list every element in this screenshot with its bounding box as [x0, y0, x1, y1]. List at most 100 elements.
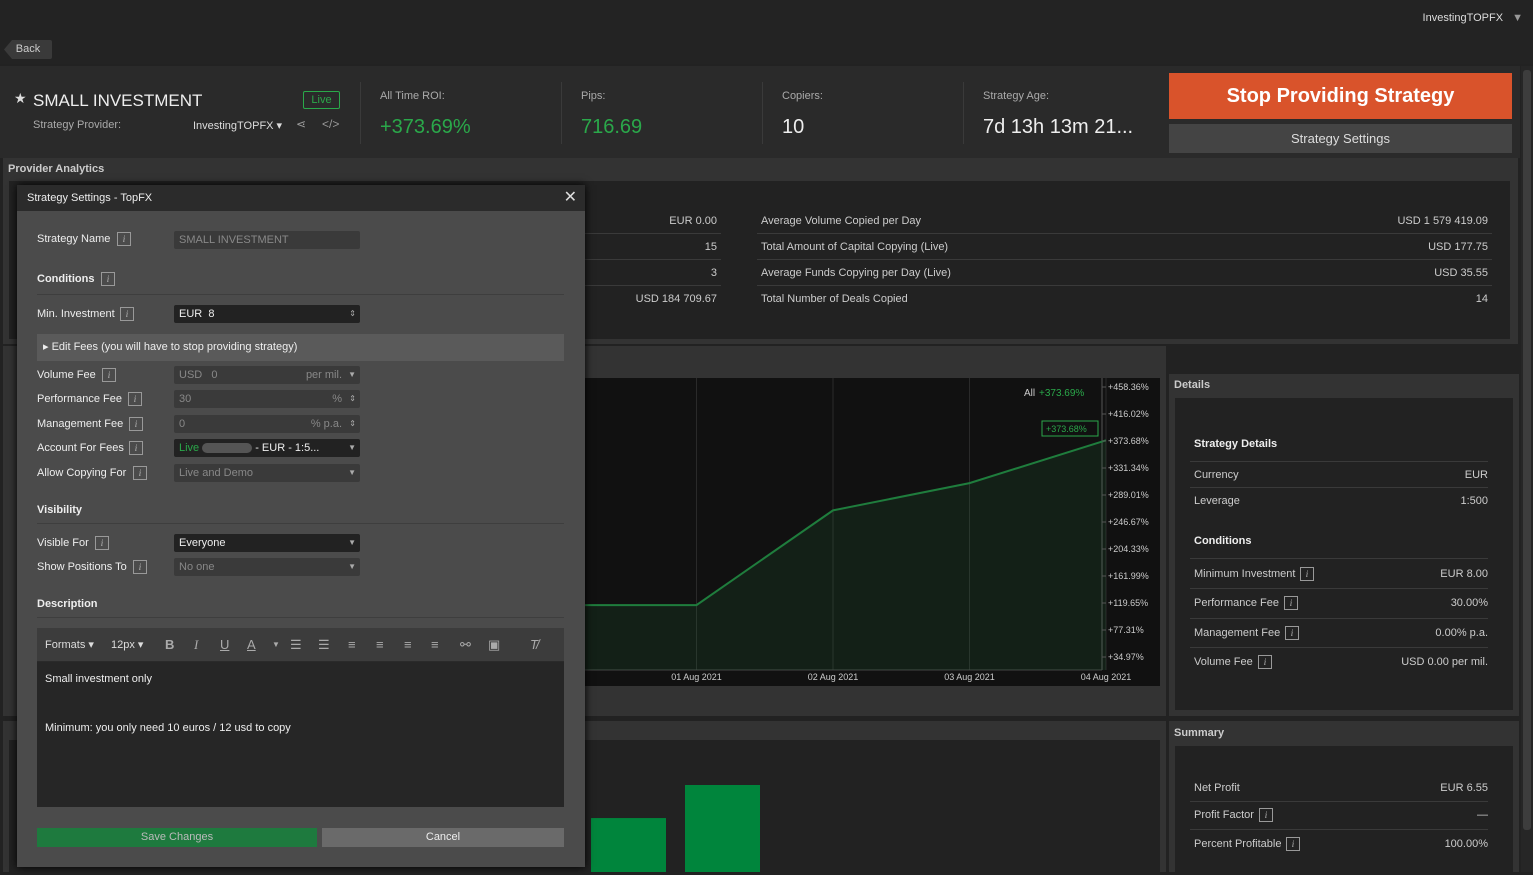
numbered-list-icon[interactable]: ☰	[318, 637, 330, 653]
chevron-down-icon[interactable]: ▼	[348, 534, 356, 552]
info-icon[interactable]: i	[1286, 837, 1300, 851]
cancel-button[interactable]: Cancel	[322, 828, 564, 847]
roi-label: All Time ROI:	[380, 90, 445, 102]
clear-format-icon[interactable]: T̸	[530, 637, 538, 652]
live-tag: Live	[179, 442, 200, 454]
chevron-down-icon[interactable]: ▼	[348, 558, 356, 576]
bar	[591, 818, 666, 875]
divider	[585, 259, 721, 260]
image-icon[interactable]: ▣	[488, 637, 500, 653]
formats-dropdown[interactable]: Formats ▾	[45, 638, 94, 651]
provider-label: Strategy Provider:	[33, 119, 122, 131]
roi-value: +373.69%	[380, 116, 471, 138]
info-icon[interactable]: i	[1300, 567, 1314, 581]
management-fee-input[interactable]: 0 % p.a. ⇕	[174, 415, 360, 433]
info-icon[interactable]: i	[128, 392, 142, 406]
close-icon[interactable]: ✕	[564, 185, 577, 211]
strategy-settings-button[interactable]: Strategy Settings	[1169, 124, 1512, 153]
value-marker-label: +373.68%	[1046, 424, 1087, 434]
y-tick-label: +331.34%	[1108, 463, 1149, 473]
info-icon[interactable]: i	[117, 232, 131, 246]
stepper-icon[interactable]: ⇕	[349, 390, 356, 408]
divider	[1190, 647, 1488, 648]
scrollbar-thumb[interactable]	[1523, 70, 1531, 830]
divider	[585, 285, 721, 286]
align-justify-icon[interactable]: ≡	[431, 637, 439, 652]
account-for-fees-label: Account For Fees	[37, 442, 124, 454]
chevron-down-icon[interactable]: ▼	[348, 439, 356, 457]
save-changes-button[interactable]: Save Changes	[37, 828, 317, 847]
divider	[360, 82, 361, 144]
info-icon[interactable]: i	[1259, 808, 1273, 822]
share-icon[interactable]: ⋖	[296, 117, 306, 131]
info-icon[interactable]: i	[129, 417, 143, 431]
info-icon[interactable]: i	[101, 272, 115, 286]
detail-label: Volume Fee	[1194, 656, 1253, 668]
info-icon[interactable]: i	[102, 368, 116, 382]
bullet-list-icon[interactable]: ☰	[290, 637, 302, 653]
pips-label: Pips:	[581, 90, 606, 102]
underline-icon[interactable]: U	[220, 637, 229, 652]
align-center-icon[interactable]: ≡	[376, 637, 384, 652]
analytics-left-value: USD 184 709.67	[635, 293, 717, 305]
detail-value: 30.00%	[1450, 597, 1488, 609]
text-color-icon[interactable]: A	[247, 637, 256, 652]
chevron-down-icon[interactable]: ▼	[348, 366, 356, 384]
detail-value: 1:500	[1460, 495, 1488, 507]
visible-for-select[interactable]: Everyone ▼	[174, 534, 360, 552]
divider	[1190, 461, 1488, 462]
visible-for-label: Visible For	[37, 537, 89, 549]
divider	[757, 285, 1492, 286]
info-icon[interactable]: i	[133, 560, 147, 574]
info-icon[interactable]: i	[129, 441, 143, 455]
link-icon[interactable]: ⚯	[460, 637, 471, 653]
y-tick-label: +246.67%	[1108, 517, 1149, 527]
edit-fees-toggle[interactable]: ▸ Edit Fees (you will have to stop provi…	[37, 334, 564, 361]
y-tick-label: +161.99%	[1108, 571, 1149, 581]
stepper-icon[interactable]: ⇕	[349, 415, 356, 433]
stepper-icon[interactable]: ⇕	[349, 305, 356, 323]
strategy-name-input[interactable]: SMALL INVESTMENT	[174, 231, 360, 249]
summary-label: Percent Profitable	[1194, 838, 1282, 850]
provider-dropdown[interactable]: InvestingTOPFX ▾	[193, 119, 282, 132]
y-tick-label: +373.68%	[1108, 436, 1149, 446]
chevron-down-icon[interactable]: ▼	[348, 464, 356, 482]
stop-providing-button[interactable]: Stop Providing Strategy	[1169, 73, 1512, 119]
back-button[interactable]: Back	[4, 40, 52, 59]
allow-copying-value: Live and Demo	[179, 467, 253, 479]
align-left-icon[interactable]: ≡	[348, 637, 356, 652]
align-right-icon[interactable]: ≡	[404, 637, 412, 652]
info-icon[interactable]: i	[120, 307, 134, 321]
star-icon[interactable]: ★	[14, 90, 27, 107]
account-for-fees-select[interactable]: Live - EUR - 1:5... ▼	[174, 439, 360, 457]
bold-icon[interactable]: B	[165, 637, 174, 652]
detail-label: Leverage	[1194, 495, 1240, 507]
code-icon[interactable]: </>	[322, 117, 339, 131]
conditions-heading: Conditions	[1194, 535, 1252, 547]
font-size-dropdown[interactable]: 12px ▾	[111, 638, 143, 651]
min-investment-stepper[interactable]: EUR 8 ⇕	[174, 305, 360, 323]
dialog-title: Strategy Settings - TopFX	[27, 192, 153, 204]
info-icon[interactable]: i	[133, 466, 147, 480]
performance-fee-value: 30	[179, 393, 192, 405]
info-icon[interactable]: i	[1284, 596, 1298, 610]
info-icon[interactable]: i	[1258, 655, 1272, 669]
allow-copying-select[interactable]: Live and Demo ▼	[174, 464, 360, 482]
description-editor[interactable]: Formats ▾ 12px ▾ B I U A ▼ ☰ ☰ ≡ ≡ ≡ ≡ ⚯…	[37, 628, 564, 807]
info-icon[interactable]: i	[95, 536, 109, 550]
analytics-left-value: 3	[710, 267, 717, 279]
chevron-down-icon[interactable]: ▼	[272, 640, 280, 649]
y-tick-label: +34.97%	[1108, 652, 1144, 662]
performance-fee-input[interactable]: 30% ⇕	[174, 390, 360, 408]
divider	[757, 259, 1492, 260]
y-tick-label: +458.36%	[1108, 382, 1149, 392]
italic-icon[interactable]: I	[194, 637, 198, 653]
volume-fee-input[interactable]: USD 0 per mil. ▼	[174, 366, 360, 384]
show-positions-select[interactable]: No one ▼	[174, 558, 360, 576]
divider	[37, 523, 564, 524]
divider	[585, 233, 721, 234]
account-menu[interactable]: InvestingTOPFX ▼	[1423, 12, 1523, 24]
x-tick-label: 03 Aug 2021	[944, 672, 995, 682]
info-icon[interactable]: i	[1285, 626, 1299, 640]
description-line: Small investment only	[45, 673, 152, 685]
